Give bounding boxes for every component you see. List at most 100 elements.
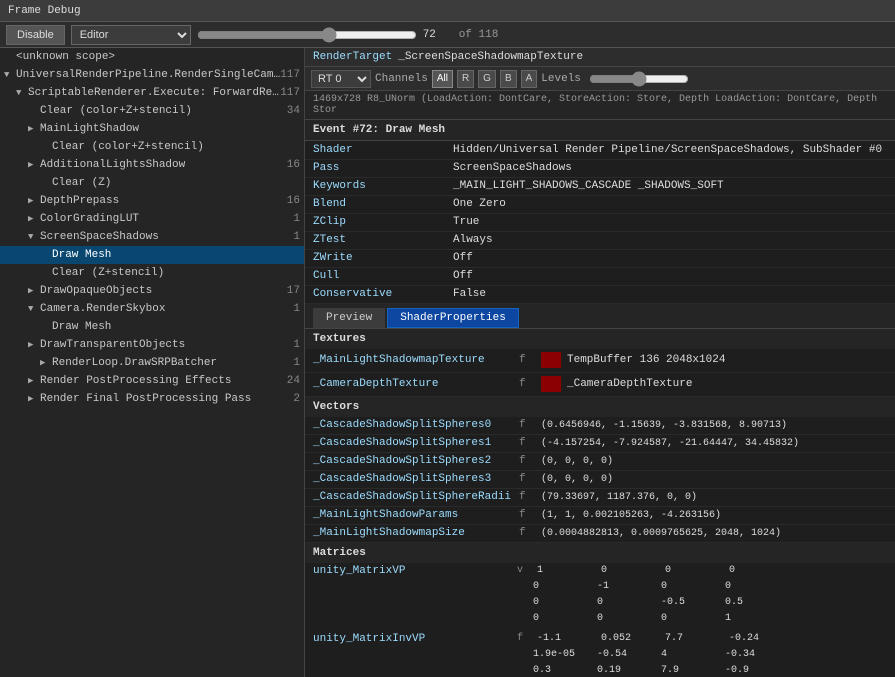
tree-arrow: ▶ (28, 214, 40, 224)
matrix-cell: 7.7 (665, 633, 725, 644)
matrix-row: 00-0.50.5 (313, 595, 887, 611)
vector-type: f (519, 455, 535, 467)
tree-arrow: ▶ (28, 196, 40, 206)
texture-row: _CameraDepthTexture f _CameraDepthTextur… (305, 373, 895, 397)
vector-name: _MainLightShadowmapSize (313, 527, 513, 539)
channel-b-btn[interactable]: B (500, 70, 517, 88)
matrix-type: f (517, 633, 533, 644)
levels-slider[interactable] (589, 72, 689, 86)
tree-item[interactable]: Clear (Z+stencil) (0, 264, 304, 282)
property-row: Keywords_MAIN_LIGHT_SHADOWS_CASCADE _SHA… (305, 177, 895, 195)
property-value: Always (445, 231, 895, 249)
matrix-cell: 7.9 (661, 665, 721, 676)
property-row: PassScreenSpaceShadows (305, 159, 895, 177)
channels-label: Channels (375, 73, 428, 85)
vector-name: _CascadeShadowSplitSpheres0 (313, 419, 513, 431)
property-row: ZTestAlways (305, 231, 895, 249)
tree-item[interactable]: ▶MainLightShadow (0, 120, 304, 138)
tree-item[interactable]: Clear (Z) (0, 174, 304, 192)
tree-item[interactable]: <unknown scope> (0, 48, 304, 66)
tree-item[interactable]: ▶RenderLoop.DrawSRPBatcher1 (0, 354, 304, 372)
render-target-label: RenderTarget (313, 51, 392, 63)
rt-select[interactable]: RT 0 (311, 70, 371, 88)
matrix-row: 0-100 (313, 579, 887, 595)
left-panel: <unknown scope>▼UniversalRenderPipeline.… (0, 48, 305, 677)
matrix-cell: -0.24 (729, 633, 789, 644)
channel-all-btn[interactable]: All (432, 70, 453, 88)
tree-item[interactable]: ▼ScriptableRenderer.Execute: ForwardRend… (0, 84, 304, 102)
channel-r-btn[interactable]: R (457, 70, 474, 88)
texture-type: f (519, 354, 535, 366)
matrix-row: 1.9e-05-0.544-0.34 (313, 647, 887, 663)
matrix-cell: -1.1 (537, 633, 597, 644)
tree-arrow: ▼ (28, 232, 40, 242)
tree-arrow: ▼ (28, 304, 40, 314)
tree-item-label: Render PostProcessing Effects (40, 375, 287, 387)
property-row: ShaderHidden/Universal Render Pipeline/S… (305, 141, 895, 159)
texture-thumb (541, 352, 561, 368)
matrix-cell: 1.9e-05 (533, 649, 593, 660)
matrix-type: v (517, 565, 533, 576)
tree-item[interactable]: ▼ScreenSpaceShadows1 (0, 228, 304, 246)
vector-type: f (519, 473, 535, 485)
matrix-cell: 0 (725, 581, 785, 592)
tree-item[interactable]: ▶DrawOpaqueObjects17 (0, 282, 304, 300)
property-name: ZTest (305, 231, 445, 249)
tree-item-label: RenderLoop.DrawSRPBatcher (52, 357, 293, 369)
info-text: 1469x728 R8_UNorm (LoadAction: DontCare,… (313, 94, 877, 116)
tree-item-label: DrawOpaqueObjects (40, 285, 287, 297)
channel-g-btn[interactable]: G (478, 70, 496, 88)
property-name: Blend (305, 195, 445, 213)
matrix-cell: 0.19 (597, 665, 657, 676)
tree-item-label: AdditionalLightsShadow (40, 159, 287, 171)
frame-slider[interactable] (197, 28, 417, 42)
tree-item[interactable]: ▶DrawTransparentObjects1 (0, 336, 304, 354)
tree-item[interactable]: Clear (color+Z+stencil)34 (0, 102, 304, 120)
tree-arrow: ▶ (28, 340, 40, 350)
matrix-cell: 0 (665, 565, 725, 576)
tree-item[interactable]: ▶Render PostProcessing Effects24 (0, 372, 304, 390)
tree-item-label: ScriptableRenderer.Execute: ForwardRende (28, 87, 280, 99)
tree-item[interactable]: ▶DepthPrepass16 (0, 192, 304, 210)
tree-item-count: 16 (287, 195, 304, 207)
matrix-cell: 0 (533, 613, 593, 624)
vector-type: f (519, 509, 535, 521)
vector-type: f (519, 419, 535, 431)
tree-item[interactable]: Draw Mesh (0, 246, 304, 264)
matrix-row: unity_MatrixInvVPf-1.10.0527.7-0.24 (313, 631, 887, 647)
matrix-cell: 1 (537, 565, 597, 576)
channel-a-btn[interactable]: A (521, 70, 538, 88)
preview-tab[interactable]: Preview (313, 308, 385, 328)
vector-name: _CascadeShadowSplitSpheres3 (313, 473, 513, 485)
tree-item-count: 117 (280, 69, 304, 81)
texture-name: _CameraDepthTexture (313, 378, 513, 390)
vectors-header: Vectors (305, 397, 895, 417)
rt-bar: RT 0 Channels All R G B A Levels (305, 67, 895, 91)
tree-item[interactable]: Draw Mesh (0, 318, 304, 336)
matrix-cell: -0.5 (661, 597, 721, 608)
tree-item-count: 34 (287, 105, 304, 117)
matrix-section: unity_MatrixInvVPf-1.10.0527.7-0.241.9e-… (305, 631, 895, 677)
texture-type: f (519, 378, 535, 390)
shader-properties-tab[interactable]: ShaderProperties (387, 308, 519, 328)
editor-select[interactable]: Editor (71, 25, 191, 45)
disable-button[interactable]: Disable (6, 25, 65, 45)
vector-row: _CascadeShadowSplitSpheres2 f (0, 0, 0, … (305, 453, 895, 471)
tree-item-label: UniversalRenderPipeline.RenderSingleCame… (16, 69, 280, 81)
tree-item[interactable]: ▶AdditionalLightsShadow16 (0, 156, 304, 174)
tree-item[interactable]: Clear (color+Z+stencil) (0, 138, 304, 156)
tree-item[interactable]: ▼Camera.RenderSkybox1 (0, 300, 304, 318)
property-name: Keywords (305, 177, 445, 195)
tree-item-label: DrawTransparentObjects (40, 339, 293, 351)
property-name: ZClip (305, 213, 445, 231)
matrix-cell: 0 (597, 597, 657, 608)
tree-item-label: Clear (color+Z+stencil) (52, 141, 300, 153)
property-value: True (445, 213, 895, 231)
tree-item[interactable]: ▼UniversalRenderPipeline.RenderSingleCam… (0, 66, 304, 84)
tree-item[interactable]: ▶ColorGradingLUT1 (0, 210, 304, 228)
matrix-cell: 0 (661, 613, 721, 624)
tree-arrow: ▶ (28, 394, 40, 404)
texture-value: TempBuffer 136 2048x1024 (567, 354, 725, 366)
tree-item[interactable]: ▶Render Final PostProcessing Pass2 (0, 390, 304, 408)
tree-item-count: 1 (293, 357, 304, 369)
